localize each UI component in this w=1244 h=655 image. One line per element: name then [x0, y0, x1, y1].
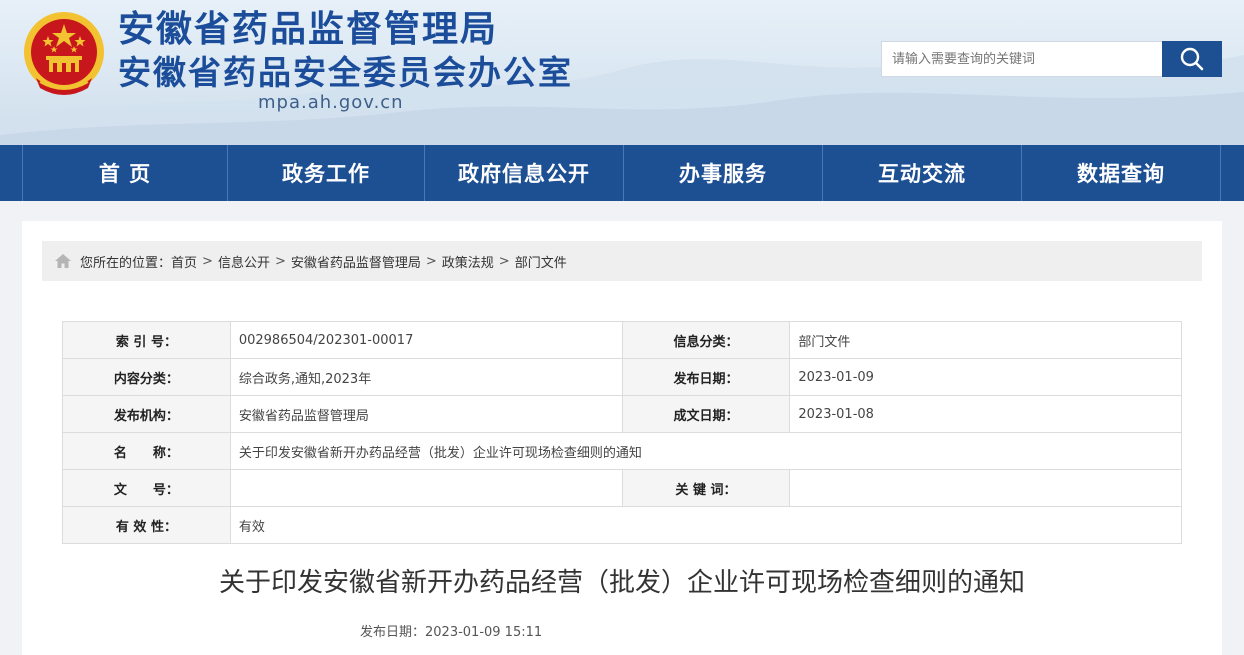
breadcrumb-separator: >	[274, 253, 286, 269]
category-value: 部门文件	[789, 321, 1182, 359]
table-row: 有 效 性： 有效	[62, 506, 1183, 544]
table-row: 名 称： 关于印发安徽省新开办药品经营（批发）企业许可现场检查细则的通知	[62, 432, 1183, 470]
nav-item-information-disclosure[interactable]: 政府信息公开	[425, 145, 623, 201]
keywords-value	[789, 469, 1182, 507]
breadcrumb-home[interactable]: 首页	[171, 252, 197, 271]
publish-date-label: 发布日期：	[621, 358, 791, 396]
breadcrumb: 您所在的位置： 首页 > 信息公开 > 安徽省药品监督管理局 > 政策法规 > …	[42, 241, 1202, 281]
validity-value: 有效	[229, 506, 1183, 544]
table-row: 文 号： 关 键 词：	[62, 469, 1182, 507]
name-label: 名 称：	[62, 432, 231, 470]
site-title: 安徽省药品监督管理局	[118, 9, 499, 50]
article-publish-date: 发布日期：2023-01-09 15:11	[360, 625, 543, 640]
table-row: 发布机构： 安徽省药品监督管理局 成文日期： 2023-01-08	[62, 395, 1182, 433]
breadcrumb-separator: >	[202, 253, 213, 269]
site-subtitle: 安徽省药品安全委员会办公室	[118, 53, 573, 92]
breadcrumb-agency[interactable]: 安徽省药品监督管理局	[291, 252, 421, 271]
publish-date-value: 2023-01-09	[789, 358, 1182, 396]
nav-item-government-affairs[interactable]: 政务工作	[228, 145, 424, 201]
national-emblem-icon	[24, 12, 104, 95]
nav-item-services[interactable]: 办事服务	[624, 145, 822, 201]
table-row: 索 引 号： 002986504/202301-00017 信息分类： 部门文件	[62, 321, 1182, 359]
breadcrumb-prefix: 您所在的位置：	[80, 255, 172, 271]
search-button[interactable]	[1162, 41, 1222, 77]
document-metadata-table: 索 引 号： 002986504/202301-00017 信息分类： 部门文件…	[62, 321, 1183, 544]
content-type-label: 内容分类：	[62, 358, 231, 396]
doc-number-label: 文 号：	[62, 469, 231, 507]
nav-item-data-query[interactable]: 数据查询	[1022, 145, 1220, 201]
content-panel: 您所在的位置： 首页 > 信息公开 > 安徽省药品监督管理局 > 政策法规 > …	[22, 221, 1222, 655]
created-date-value: 2023-01-08	[789, 395, 1182, 433]
site-header: 安徽省药品监督管理局 安徽省药品安全委员会办公室 mpa.ah.gov.cn	[0, 0, 1244, 145]
doc-number-value	[229, 469, 623, 507]
breadcrumb-policy[interactable]: 政策法规	[442, 252, 494, 271]
breadcrumb-separator: >	[498, 253, 510, 269]
nav-item-home[interactable]: 首 页	[23, 145, 227, 201]
nav-divider	[1220, 145, 1221, 201]
content-type-value: 综合政务,通知,2023年	[229, 358, 623, 396]
index-label: 索 引 号：	[62, 321, 231, 359]
search-input[interactable]	[881, 41, 1163, 77]
issuer-label: 发布机构：	[62, 395, 231, 433]
issuer-value: 安徽省药品监督管理局	[229, 395, 623, 433]
breadcrumb-department-docs[interactable]: 部门文件	[515, 252, 567, 271]
article-title: 关于印发安徽省新开办药品经营（批发）企业许可现场检查细则的通知	[218, 568, 1025, 598]
keywords-label: 关 键 词：	[621, 469, 791, 507]
breadcrumb-separator: >	[425, 253, 437, 269]
main-nav: 首 页 政务工作 政府信息公开 办事服务 互动交流 数据查询	[0, 145, 1244, 201]
search-icon	[1180, 47, 1204, 71]
home-icon	[55, 254, 71, 268]
site-domain: mpa.ah.gov.cn	[258, 92, 404, 113]
index-value: 002986504/202301-00017	[229, 321, 623, 359]
nav-item-interaction[interactable]: 互动交流	[823, 145, 1021, 201]
created-date-label: 成文日期：	[621, 395, 791, 433]
breadcrumb-info-disclosure[interactable]: 信息公开	[218, 252, 270, 271]
category-label: 信息分类：	[621, 321, 791, 359]
name-value: 关于印发安徽省新开办药品经营（批发）企业许可现场检查细则的通知	[229, 432, 1183, 470]
table-row: 内容分类： 综合政务,通知,2023年 发布日期： 2023-01-09	[62, 358, 1182, 396]
validity-label: 有 效 性：	[62, 506, 231, 544]
